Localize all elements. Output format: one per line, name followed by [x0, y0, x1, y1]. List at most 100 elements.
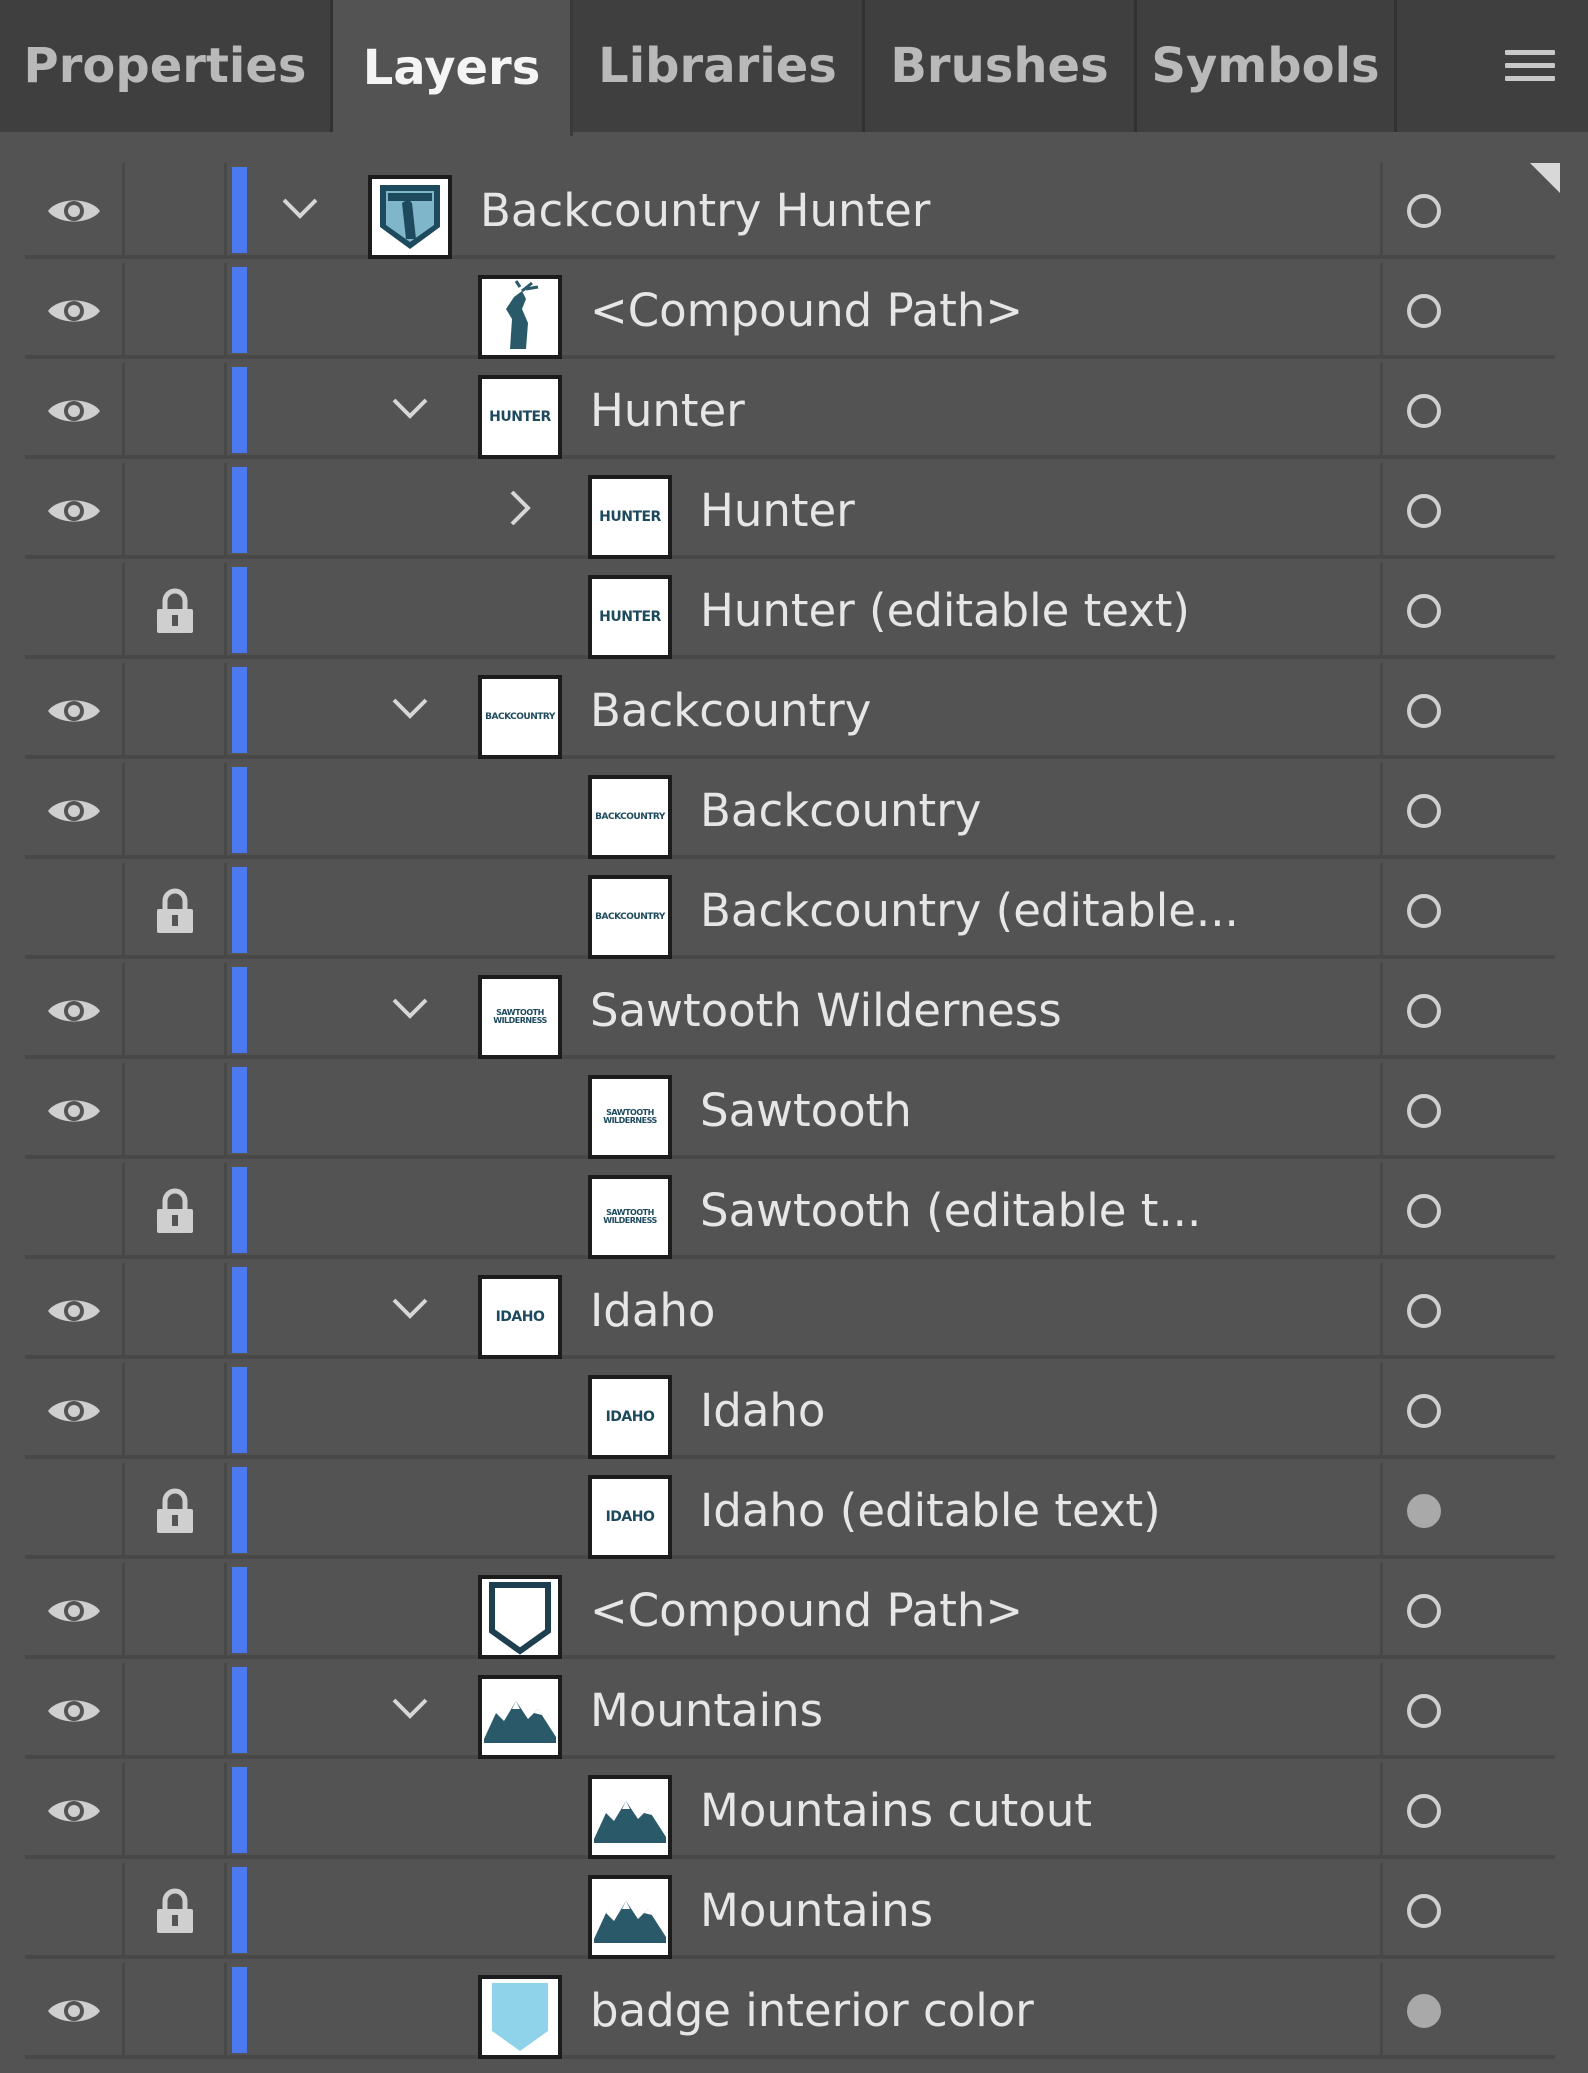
layer-row[interactable]: Mountains cutout	[25, 1763, 1555, 1859]
lock-toggle[interactable]	[125, 1263, 227, 1359]
hamburger-menu-icon[interactable]	[1505, 50, 1555, 86]
layer-thumbnail[interactable]: HUNTER	[478, 375, 562, 459]
layer-name[interactable]: Sawtooth (editable t...	[700, 1163, 1201, 1259]
chevron-right-icon[interactable]	[495, 483, 545, 533]
layer-name[interactable]: <Compound Path>	[590, 1563, 1023, 1659]
chevron-down-icon[interactable]	[385, 983, 435, 1033]
target-toggle[interactable]	[1380, 1663, 1555, 1759]
layer-name[interactable]: Hunter	[590, 363, 745, 459]
target-toggle[interactable]	[1380, 1463, 1555, 1559]
layer-thumbnail[interactable]: HUNTER	[588, 475, 672, 559]
layer-thumbnail[interactable]: BACKCOUNTRY	[478, 675, 562, 759]
layer-row[interactable]: SAWTOOTH WILDERNESS Sawtooth Wilderness	[25, 963, 1555, 1059]
lock-toggle[interactable]	[125, 263, 227, 359]
target-toggle[interactable]	[1380, 863, 1555, 959]
layer-name[interactable]: Idaho (editable text)	[700, 1463, 1161, 1559]
visibility-toggle[interactable]	[25, 1063, 125, 1159]
layer-thumbnail[interactable]: BACKCOUNTRY	[588, 875, 672, 959]
layer-thumbnail[interactable]: IDAHO	[588, 1375, 672, 1459]
lock-toggle[interactable]	[125, 863, 227, 959]
layer-thumbnail[interactable]	[478, 1975, 562, 2059]
lock-toggle[interactable]	[125, 1163, 227, 1259]
layer-name[interactable]: Mountains	[700, 1863, 933, 1959]
layer-row[interactable]: HUNTER Hunter	[25, 463, 1555, 559]
tab-layers[interactable]: Layers	[333, 0, 573, 136]
layer-name[interactable]: badge interior color	[590, 1963, 1034, 2059]
tab-symbols[interactable]: Symbols	[1137, 0, 1397, 132]
visibility-toggle[interactable]	[25, 763, 125, 859]
layer-thumbnail[interactable]: SAWTOOTH WILDERNESS	[478, 975, 562, 1059]
layer-thumbnail[interactable]	[368, 175, 452, 259]
layer-row[interactable]: Backcountry Hunter	[25, 163, 1555, 259]
layer-thumbnail[interactable]: SAWTOOTH WILDERNESS	[588, 1075, 672, 1159]
lock-toggle[interactable]	[125, 763, 227, 859]
visibility-toggle[interactable]	[25, 963, 125, 1059]
lock-toggle[interactable]	[125, 1663, 227, 1759]
target-toggle[interactable]	[1380, 263, 1555, 359]
visibility-toggle[interactable]	[25, 1663, 125, 1759]
lock-toggle[interactable]	[125, 1063, 227, 1159]
lock-toggle[interactable]	[125, 363, 227, 459]
target-toggle[interactable]	[1380, 163, 1555, 259]
target-toggle[interactable]	[1380, 1863, 1555, 1959]
visibility-toggle[interactable]	[25, 1163, 125, 1259]
layer-row[interactable]: <Compound Path>	[25, 263, 1555, 359]
layer-row[interactable]: IDAHO Idaho	[25, 1263, 1555, 1359]
layer-name[interactable]: Backcountry	[590, 663, 871, 759]
visibility-toggle[interactable]	[25, 1863, 125, 1959]
layer-row[interactable]: badge interior color	[25, 1963, 1555, 2059]
lock-toggle[interactable]	[125, 1963, 227, 2059]
visibility-toggle[interactable]	[25, 1263, 125, 1359]
visibility-toggle[interactable]	[25, 1563, 125, 1659]
target-toggle[interactable]	[1380, 1063, 1555, 1159]
layer-thumbnail[interactable]	[588, 1775, 672, 1859]
layer-row[interactable]: BACKCOUNTRY Backcountry (editable...	[25, 863, 1555, 959]
layer-name[interactable]: Backcountry	[700, 763, 981, 859]
lock-toggle[interactable]	[125, 1563, 227, 1659]
layer-thumbnail[interactable]: BACKCOUNTRY	[588, 775, 672, 859]
chevron-down-icon[interactable]	[385, 383, 435, 433]
visibility-toggle[interactable]	[25, 563, 125, 659]
layer-thumbnail[interactable]: HUNTER	[588, 575, 672, 659]
lock-toggle[interactable]	[125, 1763, 227, 1859]
visibility-toggle[interactable]	[25, 363, 125, 459]
chevron-down-icon[interactable]	[385, 683, 435, 733]
chevron-down-icon[interactable]	[275, 183, 325, 233]
layer-thumbnail[interactable]	[478, 1575, 562, 1659]
chevron-down-icon[interactable]	[385, 1283, 435, 1333]
target-toggle[interactable]	[1380, 1563, 1555, 1659]
lock-toggle[interactable]	[125, 1463, 227, 1559]
layer-name[interactable]: Hunter (editable text)	[700, 563, 1190, 659]
layer-row[interactable]: Mountains	[25, 1663, 1555, 1759]
visibility-toggle[interactable]	[25, 1463, 125, 1559]
layer-row[interactable]: IDAHO Idaho (editable text)	[25, 1463, 1555, 1559]
layer-row[interactable]: Mountains	[25, 1863, 1555, 1959]
layer-name[interactable]: Idaho	[590, 1263, 715, 1359]
layer-name[interactable]: Hunter	[700, 463, 855, 559]
layer-row[interactable]: IDAHO Idaho	[25, 1363, 1555, 1459]
visibility-toggle[interactable]	[25, 163, 125, 259]
target-toggle[interactable]	[1380, 463, 1555, 559]
target-toggle[interactable]	[1380, 963, 1555, 1059]
layer-row[interactable]: BACKCOUNTRY Backcountry	[25, 763, 1555, 859]
target-toggle[interactable]	[1380, 1763, 1555, 1859]
lock-toggle[interactable]	[125, 563, 227, 659]
layer-row[interactable]: SAWTOOTH WILDERNESS Sawtooth	[25, 1063, 1555, 1159]
tab-brushes[interactable]: Brushes	[865, 0, 1137, 132]
layer-name[interactable]: Mountains cutout	[700, 1763, 1092, 1859]
layer-name[interactable]: Backcountry Hunter	[480, 163, 930, 259]
lock-toggle[interactable]	[125, 1363, 227, 1459]
layer-thumbnail[interactable]: IDAHO	[588, 1475, 672, 1559]
lock-toggle[interactable]	[125, 663, 227, 759]
visibility-toggle[interactable]	[25, 1363, 125, 1459]
layer-row[interactable]: SAWTOOTH WILDERNESS Sawtooth (editable t.…	[25, 1163, 1555, 1259]
layer-thumbnail[interactable]: IDAHO	[478, 1275, 562, 1359]
layer-thumbnail[interactable]	[588, 1875, 672, 1959]
layer-thumbnail[interactable]	[478, 275, 562, 359]
tab-properties[interactable]: Properties	[0, 0, 333, 132]
layer-row[interactable]: HUNTER Hunter	[25, 363, 1555, 459]
layer-name[interactable]: Sawtooth Wilderness	[590, 963, 1062, 1059]
layer-thumbnail[interactable]	[478, 1675, 562, 1759]
lock-toggle[interactable]	[125, 1863, 227, 1959]
tab-libraries[interactable]: Libraries	[573, 0, 865, 132]
